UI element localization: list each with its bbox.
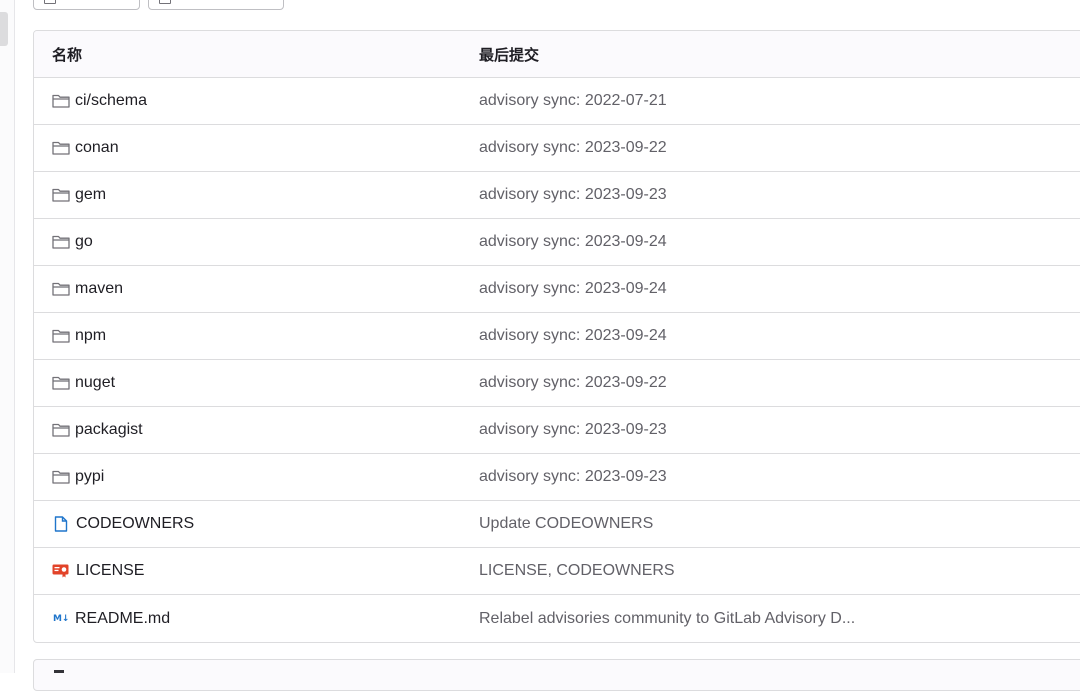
table-row[interactable]: npm advisory sync: 2023-09-24 (34, 313, 1080, 360)
markdown-icon: M↓ (53, 613, 69, 624)
folder-icon (52, 329, 70, 343)
last-commit-link[interactable]: advisory sync: 2023-09-23 (479, 421, 667, 438)
table-row[interactable]: packagist advisory sync: 2023-09-23 (34, 407, 1080, 454)
toolbar-button-1[interactable] (33, 0, 140, 10)
file-name-cell[interactable]: maven (52, 280, 123, 298)
file-name-cell[interactable]: pypi (52, 468, 104, 486)
file-name-link[interactable]: LICENSE (76, 562, 144, 580)
table-row[interactable]: maven advisory sync: 2023-09-24 (34, 266, 1080, 313)
file-name-cell[interactable]: packagist (52, 421, 143, 439)
last-commit-link[interactable]: LICENSE, CODEOWNERS (479, 562, 675, 579)
table-row[interactable]: conan advisory sync: 2023-09-22 (34, 125, 1080, 172)
file-name-link[interactable]: go (75, 233, 93, 251)
file-name-link[interactable]: conan (75, 139, 119, 157)
last-commit-cell: advisory sync: 2022-07-21 (479, 92, 667, 110)
file-name-link[interactable]: README.md (75, 610, 170, 628)
file-name-link[interactable]: pypi (75, 468, 104, 486)
last-commit-link[interactable]: Update CODEOWNERS (479, 515, 653, 532)
file-name-link[interactable]: nuget (75, 374, 115, 392)
table-row[interactable]: CODEOWNERS Update CODEOWNERS (34, 501, 1080, 548)
file-name-link[interactable]: npm (75, 327, 106, 345)
last-commit-link[interactable]: advisory sync: 2023-09-24 (479, 233, 667, 250)
last-commit-cell: advisory sync: 2023-09-22 (479, 374, 667, 392)
last-commit-cell: advisory sync: 2023-09-23 (479, 421, 667, 439)
last-commit-cell: Update CODEOWNERS (479, 515, 653, 533)
table-row[interactable]: go advisory sync: 2023-09-24 (34, 219, 1080, 266)
table-row[interactable]: LICENSE LICENSE, CODEOWNERS (34, 548, 1080, 595)
file-name-cell[interactable]: LICENSE (52, 562, 144, 580)
table-row[interactable]: ci/schema advisory sync: 2022-07-21 (34, 78, 1080, 125)
file-name-cell[interactable]: conan (52, 139, 119, 157)
upload-icon (159, 0, 171, 4)
file-name-cell[interactable]: go (52, 233, 93, 251)
folder-icon (52, 376, 70, 390)
folder-icon (52, 282, 70, 296)
file-table: 名称 最后提交 ci/schema advisory sync: 2022-07-… (33, 30, 1080, 643)
last-commit-link[interactable]: Relabel advisories community to GitLab A… (479, 610, 855, 627)
last-commit-link[interactable]: advisory sync: 2023-09-23 (479, 468, 667, 485)
folder-icon (52, 188, 70, 202)
last-commit-cell: advisory sync: 2023-09-24 (479, 233, 667, 251)
folder-icon (52, 470, 70, 484)
file-name-link[interactable]: CODEOWNERS (76, 515, 194, 533)
file-icon (44, 0, 56, 4)
last-commit-cell: Relabel advisories community to GitLab A… (479, 610, 855, 628)
license-icon (52, 564, 71, 578)
last-commit-cell: advisory sync: 2023-09-24 (479, 327, 667, 345)
table-row[interactable]: nuget advisory sync: 2023-09-22 (34, 360, 1080, 407)
file-name-cell[interactable]: M↓ README.md (52, 610, 170, 628)
file-name-link[interactable]: maven (75, 280, 123, 298)
column-header-name: 名称 (52, 46, 83, 64)
last-commit-cell: advisory sync: 2023-09-22 (479, 139, 667, 157)
file-name-cell[interactable]: npm (52, 327, 106, 345)
toolbar-button-2[interactable] (148, 0, 284, 10)
last-commit-link[interactable]: advisory sync: 2022-07-21 (479, 92, 667, 109)
last-commit-cell: LICENSE, CODEOWNERS (479, 562, 675, 580)
table-row[interactable]: gem advisory sync: 2023-09-23 (34, 172, 1080, 219)
last-commit-cell: advisory sync: 2023-09-24 (479, 280, 667, 298)
last-commit-link[interactable]: advisory sync: 2023-09-24 (479, 280, 667, 297)
folder-icon (52, 94, 70, 108)
last-commit-link[interactable]: advisory sync: 2023-09-24 (479, 327, 667, 344)
table-row[interactable]: pypi advisory sync: 2023-09-23 (34, 454, 1080, 501)
file-name-cell[interactable]: ci/schema (52, 92, 147, 110)
readme-panel-header (33, 659, 1080, 691)
table-header: 名称 最后提交 (34, 31, 1080, 78)
left-sidebar-rail (0, 0, 15, 673)
file-name-cell[interactable]: gem (52, 186, 106, 204)
file-name-link[interactable]: packagist (75, 421, 143, 439)
folder-icon (52, 141, 70, 155)
file-name-link[interactable]: gem (75, 186, 106, 204)
file-name-cell[interactable]: CODEOWNERS (52, 515, 194, 533)
last-commit-cell: advisory sync: 2023-09-23 (479, 186, 667, 204)
column-header-last-commit: 最后提交 (479, 46, 540, 64)
folder-icon (52, 235, 70, 249)
last-commit-link[interactable]: advisory sync: 2023-09-23 (479, 186, 667, 203)
file-icon (52, 516, 71, 532)
table-row[interactable]: M↓ README.md Relabel advisories community … (34, 595, 1080, 642)
last-commit-link[interactable]: advisory sync: 2023-09-22 (479, 374, 667, 391)
last-commit-link[interactable]: advisory sync: 2023-09-22 (479, 139, 667, 156)
last-commit-cell: advisory sync: 2023-09-23 (479, 468, 667, 486)
file-name-cell[interactable]: nuget (52, 374, 115, 392)
sidebar-active-indicator (0, 12, 8, 46)
folder-icon (52, 423, 70, 437)
file-name-link[interactable]: ci/schema (75, 92, 147, 110)
